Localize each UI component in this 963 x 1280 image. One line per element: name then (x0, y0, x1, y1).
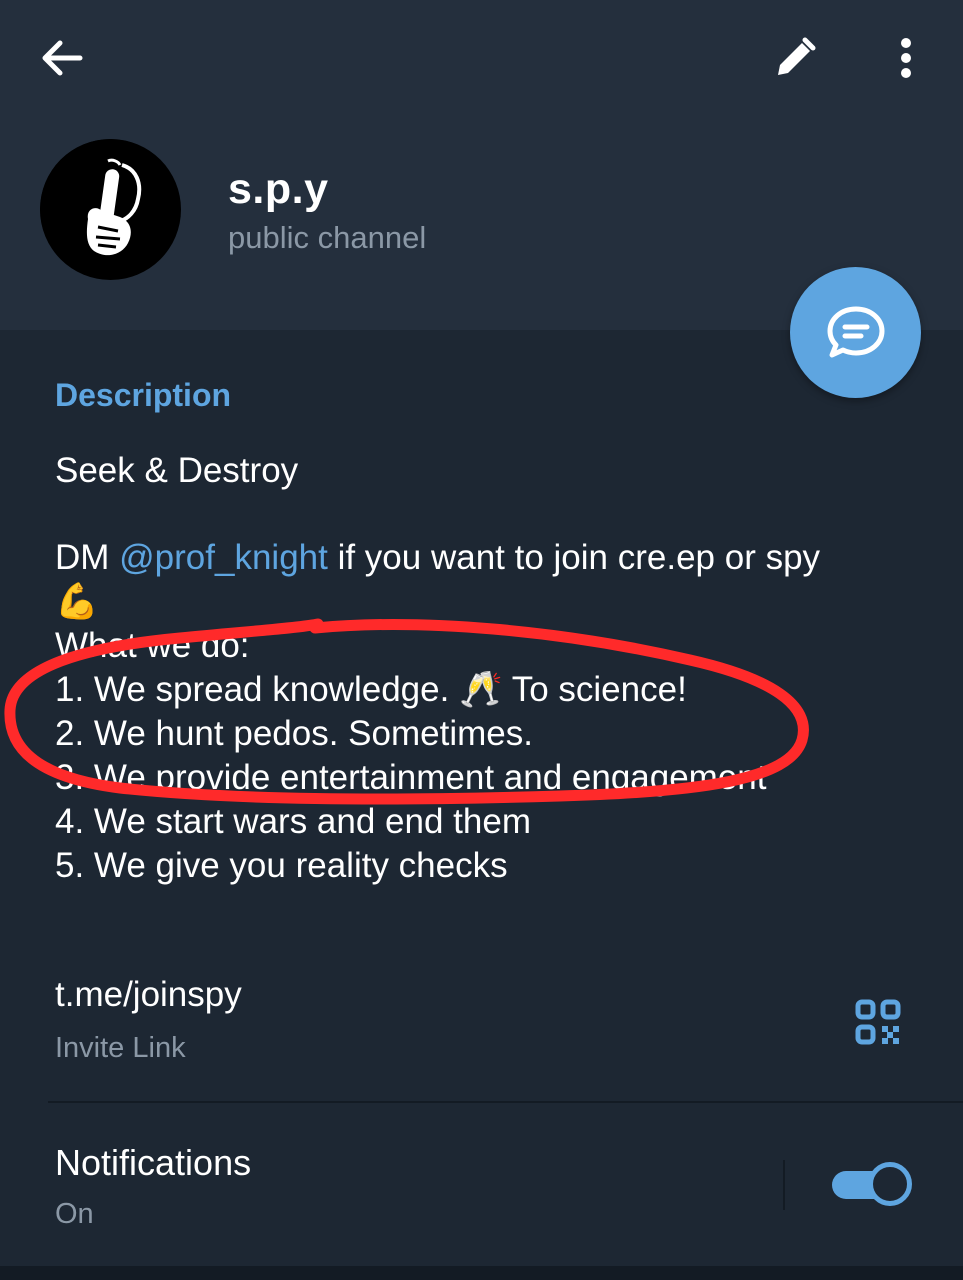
pencil-icon (778, 37, 816, 75)
description-text: Seek & Destroy DM @prof_knight if you wa… (55, 449, 935, 888)
toggle-knob (868, 1162, 912, 1206)
dm-suffix: if you want to join cre.ep or spy (327, 538, 821, 577)
notifications-toggle[interactable] (832, 1160, 914, 1208)
dm-prefix: DM (55, 538, 120, 577)
channel-name: s.p.y (228, 165, 329, 213)
list-item: 3. We provide entertainment and engageme… (55, 758, 767, 797)
qr-code-icon (855, 999, 901, 1045)
shush-hand-icon (40, 139, 180, 279)
channel-type: public channel (228, 220, 427, 255)
qr-code-button[interactable] (848, 992, 908, 1052)
more-vertical-icon (901, 38, 911, 78)
bottom-edge (0, 1266, 963, 1280)
mention-link[interactable]: @prof_knight (119, 538, 328, 577)
invite-link-label: Invite Link (55, 1032, 186, 1064)
arrow-back-icon (42, 40, 83, 76)
back-button[interactable] (22, 18, 102, 98)
description-tagline: Seek & Destroy (55, 451, 299, 490)
more-options-button[interactable] (866, 18, 946, 98)
chat-bubble-icon (827, 306, 884, 357)
list-item: 1. We spread knowledge. 🥂 To science! (55, 670, 687, 709)
list-item: 4. We start wars and end them (55, 802, 531, 841)
list-item: 2. We hunt pedos. Sometimes. (55, 714, 533, 753)
notifications-status: On (55, 1198, 94, 1230)
description-dm-line: DM @prof_knight if you want to join cre.… (55, 536, 935, 580)
edit-button[interactable] (755, 18, 835, 98)
section-divider (48, 1101, 963, 1103)
discussion-button[interactable] (790, 267, 921, 398)
channel-avatar[interactable] (40, 139, 181, 280)
vertical-divider (783, 1160, 785, 1210)
list-heading: What we do: (55, 626, 250, 665)
notifications-label[interactable]: Notifications (55, 1142, 251, 1184)
invite-link[interactable]: t.me/joinspy (55, 975, 242, 1015)
channel-info-screen: s.p.y public channel Description Seek & … (0, 0, 963, 1280)
flex-emoji: 💪 (55, 582, 99, 621)
list-item: 5. We give you reality checks (55, 846, 508, 885)
description-heading: Description (55, 377, 232, 413)
